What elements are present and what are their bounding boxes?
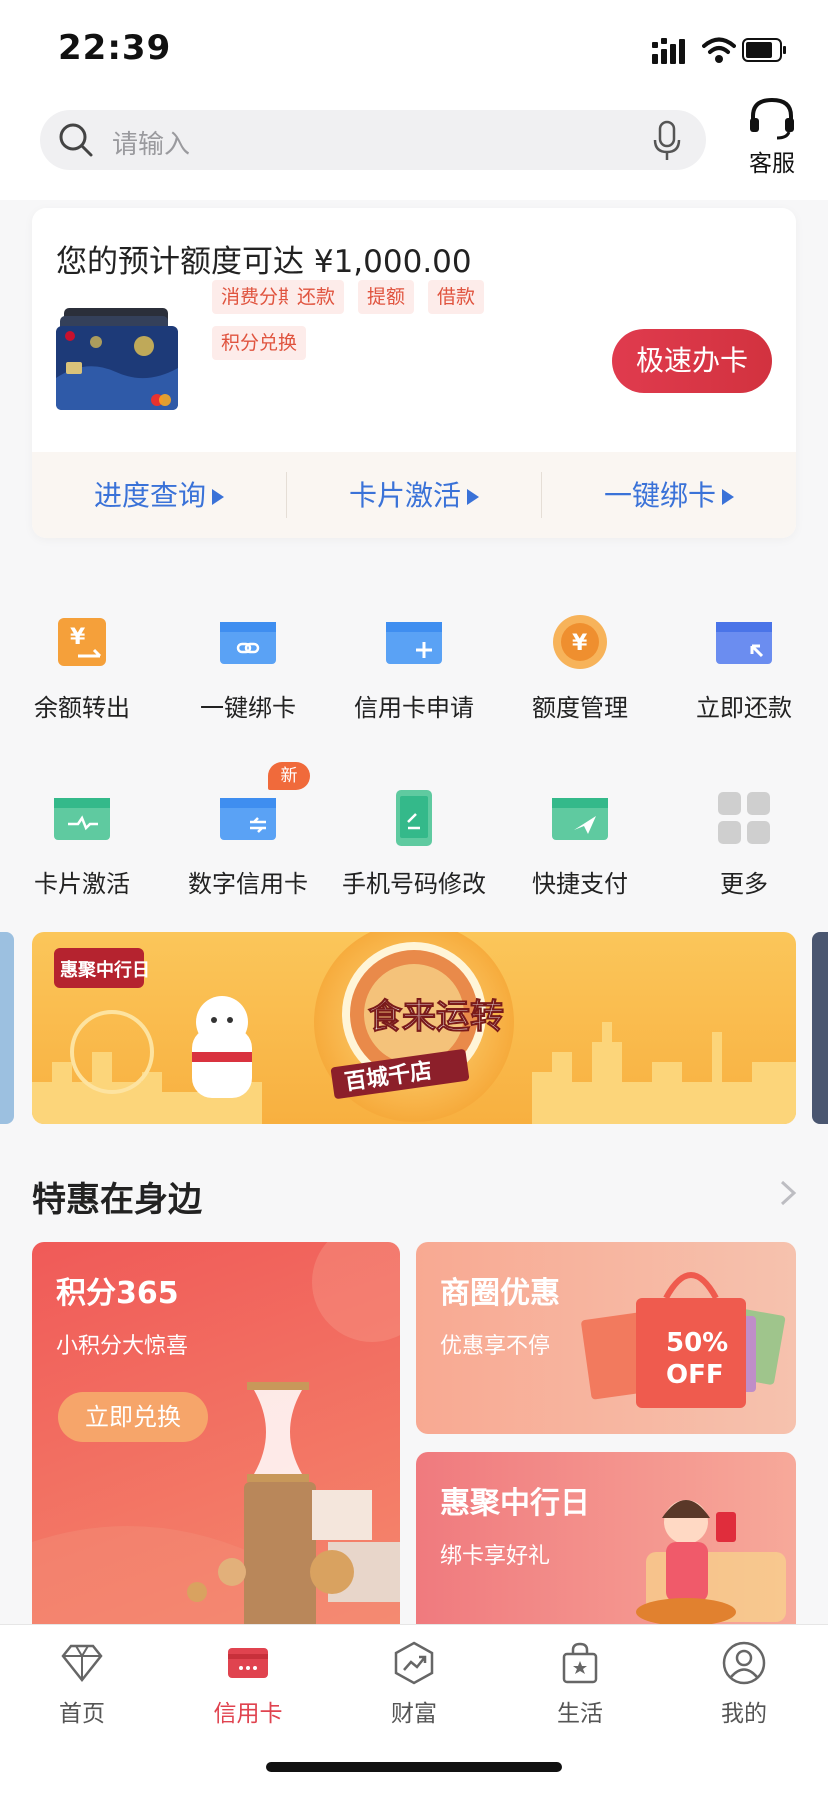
tag-repay[interactable]: 还款: [288, 280, 345, 314]
new-badge: 新: [268, 762, 310, 790]
service-label: 额度管理: [532, 694, 628, 722]
apply-card-button[interactable]: 极速办卡: [612, 329, 772, 393]
promo-subtitle: 优惠享不停: [440, 1334, 551, 1359]
card-activate-icon: [54, 798, 110, 840]
credit-card-image: [56, 308, 178, 410]
play-arrow-icon: [467, 489, 479, 505]
promo-huiju-day[interactable]: 惠聚中行日 绑卡享好礼: [416, 1452, 796, 1642]
service-digital-card[interactable]: 数字信用卡: [166, 790, 330, 899]
banner-artwork: 百城千店 食来运转 惠聚中行日: [32, 932, 796, 1124]
service-limit-manage[interactable]: ¥ 额度管理: [498, 614, 662, 723]
sale-percent: 50%: [666, 1328, 729, 1358]
yen-transfer-icon: ¥: [58, 618, 106, 666]
service-label: 信用卡申请: [354, 694, 474, 722]
tab-label: 首页: [59, 1701, 105, 1727]
banner-headline: 食来运转: [368, 997, 504, 1037]
quick-pay-icon: [552, 798, 608, 840]
sale-off: OFF: [666, 1360, 724, 1390]
promo-title: 积分365: [56, 1276, 179, 1311]
customer-service-button[interactable]: 客服: [738, 96, 806, 177]
carousel-next-peek[interactable]: [812, 932, 828, 1124]
customer-service-label: 客服: [749, 151, 795, 177]
play-arrow-icon: [722, 489, 734, 505]
yen-coin-icon: ¥: [553, 615, 607, 669]
tag-points-redeem[interactable]: 积分兑换: [212, 326, 307, 360]
play-arrow-icon: [212, 489, 224, 505]
service-repay-now[interactable]: 立即还款: [662, 614, 826, 723]
digital-card-icon: [220, 798, 276, 840]
search-bar[interactable]: 请输入: [40, 110, 706, 170]
wifi-icon: [702, 37, 736, 63]
promo-title: 惠聚中行日: [440, 1486, 590, 1521]
tab-wealth[interactable]: 财富: [332, 1640, 496, 1728]
diamond-icon: [61, 1644, 103, 1683]
cellular-signal-icon: [652, 38, 685, 64]
shopping-bag-icon: [562, 1642, 598, 1684]
promo-subtitle: 小积分大惊喜: [56, 1334, 189, 1359]
service-more[interactable]: 更多: [662, 790, 826, 899]
battery-icon: [742, 38, 786, 62]
card-repay-icon: [716, 622, 772, 664]
service-label: 立即还款: [696, 694, 792, 722]
credit-card-summary: 您的预计额度可达 ¥1,000.00 消费分期 还款 提额 借款 积分兑换 极速…: [32, 208, 796, 538]
tag-raise-limit[interactable]: 提额: [358, 280, 415, 314]
card-activate-label: 卡片激活: [348, 479, 461, 512]
service-bind-card[interactable]: 一键绑卡: [166, 614, 330, 723]
service-label: 快捷支付: [532, 870, 628, 898]
progress-query-label: 进度查询: [93, 479, 206, 512]
service-card-apply[interactable]: 信用卡申请: [332, 614, 496, 723]
redeem-now-button[interactable]: 立即兑换: [58, 1392, 208, 1442]
service-balance-transfer[interactable]: ¥ 余额转出: [0, 614, 164, 723]
tab-label: 信用卡: [213, 1701, 283, 1727]
search-icon: [59, 123, 93, 157]
tab-label: 财富: [391, 1701, 437, 1727]
service-label: 一键绑卡: [200, 694, 296, 722]
service-phone-change[interactable]: 手机号码修改: [332, 790, 496, 899]
tab-label: 生活: [557, 1701, 603, 1727]
banner-logo-text: 惠聚中行日: [60, 959, 150, 981]
promo-banner[interactable]: 百城千店 食来运转 惠聚中行日: [32, 932, 796, 1124]
service-label: 更多: [720, 870, 768, 898]
chevron-right-icon[interactable]: [776, 1176, 800, 1210]
home-indicator[interactable]: [266, 1762, 562, 1772]
card-quick-links: 进度查询 卡片激活 一键绑卡: [32, 452, 796, 538]
tab-mine[interactable]: 我的: [662, 1640, 826, 1728]
card-link-icon: [220, 622, 276, 664]
service-label: 卡片激活: [34, 870, 130, 898]
bind-card-link[interactable]: 一键绑卡: [542, 474, 796, 514]
carousel-prev-peek[interactable]: [0, 932, 14, 1124]
promo-business-district[interactable]: 商圈优惠 优惠享不停 50% OFF: [416, 1242, 796, 1434]
credit-card-icon: [228, 1648, 268, 1678]
promo-subtitle: 绑卡享好礼: [440, 1544, 551, 1569]
card-activate-link[interactable]: 卡片激活: [287, 474, 541, 514]
service-label: 手机号码修改: [342, 870, 486, 898]
promo-points-365[interactable]: 积分365 小积分大惊喜 立即兑换: [32, 1242, 400, 1642]
phone-edit-icon: [396, 790, 432, 846]
user-icon: [722, 1641, 766, 1685]
section-title: 特惠在身边: [32, 1180, 202, 1220]
bind-card-label: 一键绑卡: [603, 479, 716, 512]
tab-life[interactable]: 生活: [498, 1640, 662, 1728]
more-grid-icon: [718, 792, 770, 844]
credit-limit-title: 您的预计额度可达 ¥1,000.00: [56, 244, 472, 280]
svg-text:¥: ¥: [572, 631, 588, 656]
headset-icon: [750, 97, 794, 140]
tag-loan[interactable]: 借款: [428, 280, 485, 314]
card-add-icon: [386, 622, 442, 664]
service-label: 余额转出: [34, 694, 130, 722]
svg-text:¥: ¥: [70, 625, 86, 650]
search-placeholder: 请输入: [112, 130, 191, 160]
microphone-icon[interactable]: [652, 120, 682, 162]
service-label: 数字信用卡: [188, 870, 308, 898]
service-quick-pay[interactable]: 快捷支付: [498, 790, 662, 899]
progress-query-link[interactable]: 进度查询: [32, 474, 286, 514]
wealth-chart-icon: [394, 1641, 434, 1685]
tab-label: 我的: [721, 1701, 767, 1727]
status-time: 22:39: [58, 28, 172, 68]
promo-title: 商圈优惠: [440, 1276, 560, 1311]
service-card-activate[interactable]: 卡片激活: [0, 790, 164, 899]
tab-credit-card[interactable]: 信用卡: [166, 1640, 330, 1728]
tab-home[interactable]: 首页: [0, 1640, 164, 1728]
